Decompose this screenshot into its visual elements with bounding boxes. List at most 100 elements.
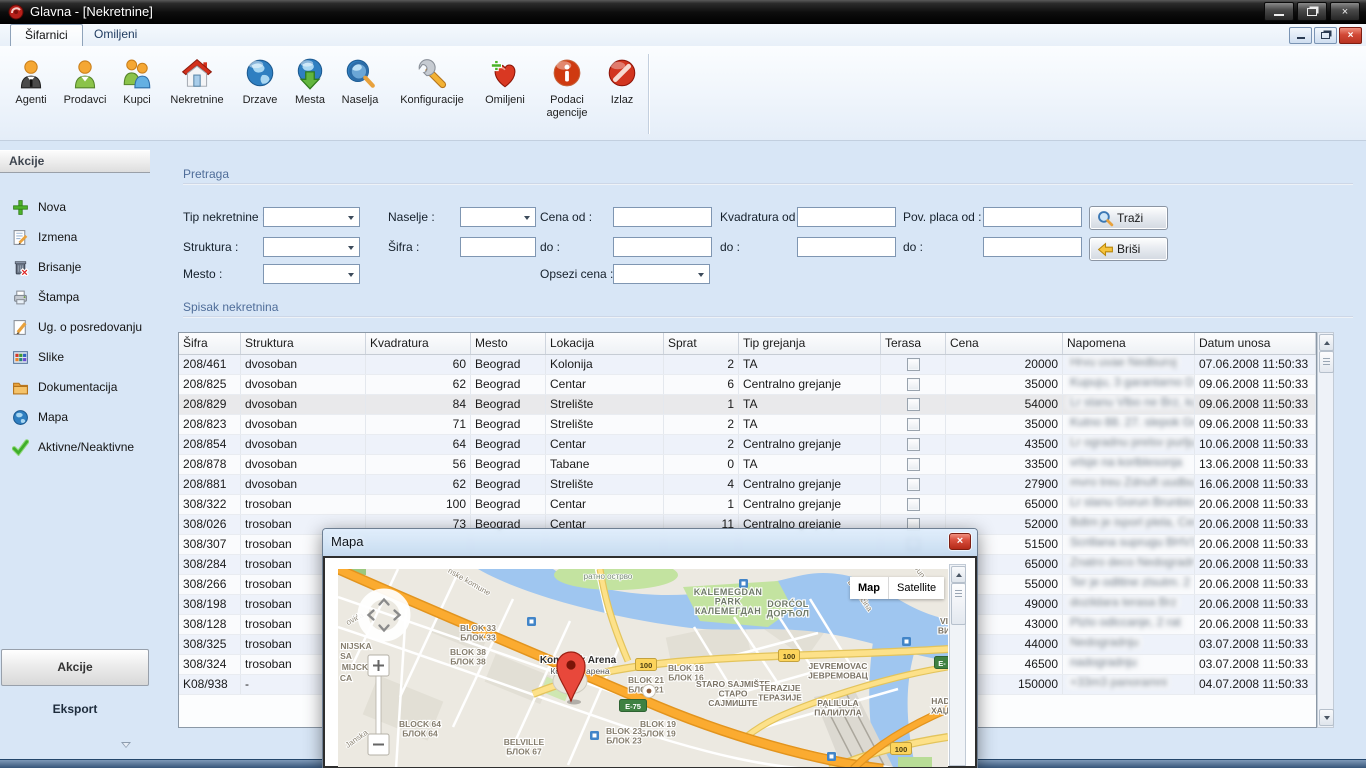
column-header-grejanje[interactable]: Tip grejanja [739, 333, 881, 354]
map-button[interactable]: Map [850, 577, 889, 599]
column-header-cena[interactable]: Cena [946, 333, 1063, 354]
map-canvas[interactable]: 100100100E-75E- ратно острвоKALEMEGDANPA… [338, 569, 948, 767]
scroll-up-button[interactable] [951, 566, 966, 583]
napomena-redacted: Bdtm je isporl plela, Cena [1067, 515, 1195, 529]
ribbon-item-mesta[interactable]: Mesta [288, 56, 332, 107]
terasa-checkbox[interactable] [907, 458, 920, 471]
tab-omiljeni[interactable]: Omiljeni [80, 24, 151, 45]
napomena-redacted: dozildara terasa Brz [1067, 595, 1180, 609]
ribbon-item-prodavci[interactable]: Prodavci [58, 56, 112, 107]
ribbon-item-izlaz[interactable]: Izlaz [600, 56, 644, 107]
scroll-thumb[interactable] [1319, 351, 1334, 373]
table-row[interactable]: 208/878dvosoban56BeogradTabane0TA33500vr… [179, 455, 1316, 475]
chevron-down-icon[interactable] [121, 742, 131, 748]
table-row[interactable]: 208/825dvosoban62BeogradCentar6Centralno… [179, 375, 1316, 395]
kvadratura-do-input[interactable] [797, 237, 896, 257]
scroll-down-button[interactable] [1319, 709, 1334, 726]
sidebar-item-mapa[interactable]: Mapa [0, 402, 150, 432]
sidebar-eksport-button[interactable]: Eksport [0, 699, 150, 719]
sidebar-item-slike[interactable]: Slike [0, 342, 150, 372]
scroll-thumb[interactable] [951, 583, 966, 625]
table-row[interactable]: 208/829dvosoban84BeogradStrelište1TA5400… [179, 395, 1316, 415]
info-icon [536, 56, 598, 94]
cell-kvadratura: 62 [366, 375, 471, 394]
tab-sifarnici[interactable]: Šifarnici [10, 24, 83, 46]
napomena-redacted: Scrillana suprugu BHV13 [1067, 535, 1195, 549]
ribbon-item-drzave[interactable]: Drzave [234, 56, 286, 107]
mdi-restore-button[interactable] [1314, 27, 1337, 44]
sidebar-akcije-button[interactable]: Akcije [1, 649, 149, 686]
plus-icon [12, 199, 29, 216]
cena-od-input[interactable] [613, 207, 712, 227]
map-window-close-button[interactable]: × [949, 533, 971, 550]
terasa-checkbox[interactable] [907, 418, 920, 431]
terasa-checkbox[interactable] [907, 398, 920, 411]
ribbon-item-podaci-agencije[interactable]: Podaci agencije [536, 56, 598, 120]
brisi-button[interactable]: Briši [1089, 237, 1168, 261]
ribbon-item-label: Podaci agencije [536, 94, 598, 120]
column-header-sprat[interactable]: Sprat [664, 333, 739, 354]
mdi-minimize-button[interactable] [1289, 27, 1312, 44]
terasa-checkbox[interactable] [907, 498, 920, 511]
pov-placa-do-input[interactable] [983, 237, 1082, 257]
cell-struktura: dvosoban [241, 475, 366, 494]
map-label: ТЕРАЗИЈЕ [758, 693, 802, 703]
table-row[interactable]: 308/322trosoban100BeogradCentar1Centraln… [179, 495, 1316, 515]
cell-sifra: 308/284 [179, 555, 241, 574]
satellite-button[interactable]: Satellite [889, 577, 944, 599]
close-button[interactable]: × [1330, 2, 1360, 21]
road-badge-label: E-75 [625, 702, 641, 711]
table-row[interactable]: 208/854dvosoban64BeogradCentar2Centralno… [179, 435, 1316, 455]
table-row[interactable]: 208/461dvosoban60BeogradKolonija2TA20000… [179, 355, 1316, 375]
ribbon-item-nekretnine[interactable]: Nekretnine [162, 56, 232, 107]
column-header-terasa[interactable]: Terasa [881, 333, 946, 354]
sidebar-item-dokumentacija[interactable]: Dokumentacija [0, 372, 150, 402]
ribbon-item-omiljeni[interactable]: Omiljeni [476, 56, 534, 107]
column-header-sifra[interactable]: Šifra [179, 333, 241, 354]
ribbon-item-naselja[interactable]: Naselja [334, 56, 386, 107]
column-header-napomena[interactable]: Napomena [1063, 333, 1195, 354]
trazi-button[interactable]: Traži [1089, 206, 1168, 230]
kvadratura-od-input[interactable] [797, 207, 896, 227]
column-header-struktura[interactable]: Struktura [241, 333, 366, 354]
ribbon-item-label: Kupci [114, 94, 160, 107]
table-scrollbar[interactable] [1317, 332, 1334, 728]
opsezi-cena-select[interactable] [613, 264, 710, 284]
terasa-checkbox[interactable] [907, 438, 920, 451]
column-header-lokacija[interactable]: Lokacija [546, 333, 664, 354]
column-header-datum[interactable]: Datum unosa [1195, 333, 1316, 354]
kvadratura-do-label: do : [720, 240, 740, 255]
sidebar-item-stampa[interactable]: Štampa [0, 282, 150, 312]
sidebar-item-brisanje[interactable]: ✕ Brisanje [0, 252, 150, 282]
map-window-titlebar[interactable]: Mapa × [323, 529, 977, 557]
terasa-checkbox[interactable] [907, 358, 920, 371]
sidebar-item-izmena[interactable]: Izmena [0, 222, 150, 252]
mesto-select[interactable] [263, 264, 360, 284]
column-header-kvadratura[interactable]: Kvadratura [366, 333, 471, 354]
sidebar-item-aktivne-neaktivne[interactable]: Aktivne/Neaktivne [0, 432, 150, 462]
sidebar-item-ug-o-posredovanju[interactable]: Ug. o posredovanju [0, 312, 150, 342]
pov-placa-od-input[interactable] [983, 207, 1082, 227]
cena-do-input[interactable] [613, 237, 712, 257]
struktura-select[interactable] [263, 237, 360, 257]
ribbon-item-kupci[interactable]: Kupci [114, 56, 160, 107]
scroll-up-button[interactable] [1319, 334, 1334, 351]
map-window[interactable]: Mapa × [322, 528, 978, 768]
cell-sifra: K08/938 [179, 675, 241, 694]
minimize-button[interactable] [1264, 2, 1294, 21]
map-window-scrollbar[interactable] [949, 564, 966, 766]
ribbon-item-konfiguracije[interactable]: Konfiguracije [390, 56, 474, 107]
tip-nekretnine-select[interactable] [263, 207, 360, 227]
ribbon-item-agenti[interactable]: Agenti [6, 56, 56, 107]
terasa-checkbox[interactable] [907, 478, 920, 491]
restore-button[interactable] [1297, 2, 1327, 21]
column-header-mesto[interactable]: Mesto [471, 333, 546, 354]
mdi-close-button[interactable]: × [1339, 27, 1362, 44]
cell-sprat: 4 [664, 475, 739, 494]
table-row[interactable]: 208/823dvosoban71BeogradStrelište2TA3500… [179, 415, 1316, 435]
sidebar-item-nova[interactable]: Nova [0, 192, 150, 222]
naselje-select[interactable] [460, 207, 536, 227]
sifra-input[interactable] [460, 237, 536, 257]
terasa-checkbox[interactable] [907, 378, 920, 391]
table-row[interactable]: 208/881dvosoban62BeogradStrelište4Centra… [179, 475, 1316, 495]
